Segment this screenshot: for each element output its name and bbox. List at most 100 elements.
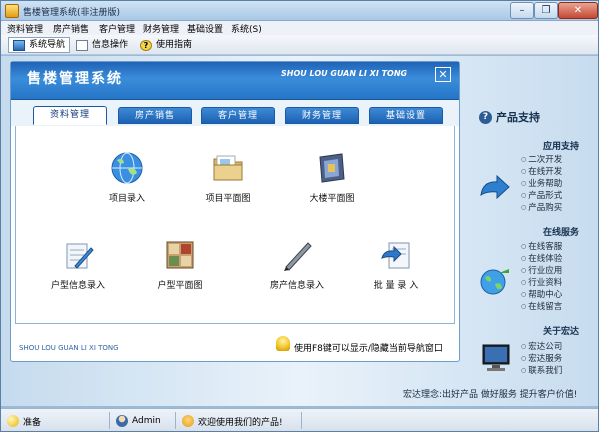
- online-service-list: 在线客服 在线体验 行业应用 行业资料 帮助中心 在线留言: [521, 241, 562, 313]
- link-industry-application[interactable]: 行业应用: [521, 265, 562, 277]
- menu-property-sales[interactable]: 房产销售: [53, 22, 89, 35]
- status-separator: [175, 412, 176, 429]
- restore-button[interactable]: ❐: [534, 2, 558, 19]
- close-window-button[interactable]: ✕: [558, 2, 598, 19]
- panel-close-button[interactable]: ✕: [435, 67, 451, 82]
- item-unit-type-entry[interactable]: 户型信息录入: [38, 238, 118, 291]
- status-separator: [301, 412, 302, 429]
- arrow-icon: [479, 173, 511, 203]
- module-items-area: 项目录入 项目平面图 大楼平面图 户型信息录入 户型平面图 房产信息录入 批 量…: [15, 126, 455, 324]
- item-unit-type-entry-label: 户型信息录入: [50, 281, 105, 291]
- globe-icon: [110, 151, 144, 185]
- status-separator: [109, 412, 110, 429]
- tab-finance-management[interactable]: 财务管理: [285, 107, 359, 124]
- monitor-icon: [13, 39, 25, 51]
- section-about-title: 关于宏达: [542, 327, 579, 337]
- globe-arrow-icon: [479, 267, 511, 297]
- window-title: 售楼管理系统(非注册版): [23, 8, 121, 18]
- question-icon: ?: [479, 110, 492, 124]
- support-title-text: 产品支持: [496, 111, 540, 124]
- item-unit-floorplan-label: 户型平面图: [157, 281, 203, 291]
- info-operation-label: 信息操作: [92, 40, 129, 50]
- link-contact-us[interactable]: 联系我们: [521, 365, 562, 377]
- system-navigation-button[interactable]: 系统导航: [8, 37, 71, 53]
- item-batch-entry-label: 批 量 录 入: [373, 281, 419, 291]
- toolbar: 系统导航 信息操作 ? 使用指南: [1, 35, 598, 55]
- item-building-floorplan[interactable]: 大楼平面图: [292, 151, 372, 204]
- app-support-list: 二次开发 在线开发 业务帮助 产品形式 产品购买: [521, 154, 562, 214]
- section-online-service-title: 在线服务: [542, 228, 579, 238]
- item-unit-floorplan[interactable]: 户型平面图: [140, 238, 220, 291]
- user-guide-button[interactable]: ? 使用指南: [135, 37, 197, 53]
- floorplan-icon: [163, 238, 197, 272]
- link-help-center[interactable]: 帮助中心: [521, 289, 562, 301]
- user-guide-label: 使用指南: [156, 40, 193, 50]
- minimize-button[interactable]: –: [510, 2, 534, 19]
- menu-bar: 资料管理 房产销售 客户管理 财务管理 基础设置 系统(S): [1, 21, 598, 35]
- status-ready-icon: [7, 415, 19, 427]
- folder-icon: [211, 151, 245, 185]
- tab-basic-settings[interactable]: 基础设置: [369, 107, 443, 124]
- link-online-support[interactable]: 在线客服: [521, 241, 562, 253]
- tab-customer-management[interactable]: 客户管理: [201, 107, 275, 124]
- monitor-icon: [481, 343, 513, 373]
- item-project-floorplan[interactable]: 项目平面图: [188, 151, 268, 204]
- item-property-info-entry[interactable]: 房产信息录入: [252, 238, 342, 291]
- link-leave-message[interactable]: 在线留言: [521, 301, 562, 313]
- lightbulb-icon: [276, 336, 290, 351]
- item-project-entry-label: 项目录入: [108, 194, 145, 204]
- app-icon: [5, 4, 19, 18]
- link-business-help[interactable]: 业务帮助: [521, 178, 562, 190]
- status-welcome: 欢迎使用我们的产品!: [182, 413, 283, 429]
- link-online-development[interactable]: 在线开发: [521, 166, 562, 178]
- panel-header: 售楼管理系统 SHOU LOU GUAN LI XI TONG ✕: [11, 62, 459, 100]
- status-user-text: Admin: [132, 416, 161, 426]
- panel-subtitle: SHOU LOU GUAN LI XI TONG: [281, 69, 408, 78]
- item-property-info-entry-label: 房产信息录入: [269, 281, 324, 291]
- tab-data-management[interactable]: 资料管理: [33, 106, 107, 125]
- footer-tip-text: 使用F8键可以显示/隐藏当前导航窗口: [294, 344, 443, 354]
- link-online-trial[interactable]: 在线体验: [521, 253, 562, 265]
- batch-notepad-icon: [379, 238, 413, 272]
- menu-basic-settings[interactable]: 基础设置: [187, 22, 223, 35]
- product-support-panel: ? 产品支持 应用支持 二次开发 在线开发 业务帮助 产品形式 产品购买 在线服…: [471, 105, 589, 409]
- menu-system[interactable]: 系统(S): [231, 22, 262, 35]
- navigation-panel: 售楼管理系统 SHOU LOU GUAN LI XI TONG ✕ 资料管理 房…: [10, 61, 460, 362]
- link-product-form[interactable]: 产品形式: [521, 190, 562, 202]
- menu-data-management[interactable]: 资料管理: [7, 22, 43, 35]
- notepad-pen-icon: [61, 238, 95, 272]
- status-user: Admin: [116, 413, 161, 429]
- tab-property-sales[interactable]: 房产销售: [118, 107, 192, 124]
- support-title: ? 产品支持: [479, 109, 540, 125]
- pen-icon: [280, 238, 314, 272]
- system-navigation-label: 系统导航: [29, 40, 66, 50]
- panel-footer: SHOU LOU GUAN LI XI TONG 使用F8键可以显示/隐藏当前导…: [11, 327, 459, 361]
- status-bar: 准备 Admin 欢迎使用我们的产品!: [1, 408, 598, 431]
- panel-title: 售楼管理系统: [27, 71, 123, 87]
- link-company[interactable]: 宏达公司: [521, 341, 562, 353]
- module-tabs: 资料管理 房产销售 客户管理 财务管理 基础设置: [11, 100, 459, 126]
- item-project-floorplan-label: 项目平面图: [205, 194, 251, 204]
- smile-icon: [182, 415, 194, 427]
- item-building-floorplan-label: 大楼平面图: [309, 194, 355, 204]
- status-ready: 准备: [7, 413, 41, 429]
- building-icon: [315, 151, 349, 185]
- help-icon: ?: [140, 39, 152, 51]
- title-bar[interactable]: 售楼管理系统(非注册版) – ❐ ✕: [1, 1, 598, 21]
- menu-finance-management[interactable]: 财务管理: [143, 22, 179, 35]
- footer-brand-text: SHOU LOU GUAN LI XI TONG: [19, 344, 119, 352]
- status-welcome-text: 欢迎使用我们的产品!: [198, 417, 283, 428]
- user-icon: [116, 415, 128, 427]
- form-icon: [76, 39, 88, 51]
- link-industry-materials[interactable]: 行业资料: [521, 277, 562, 289]
- company-slogan: 宏达理念:出好产品 做好服务 提升客户价值!: [403, 390, 578, 400]
- link-secondary-development[interactable]: 二次开发: [521, 154, 562, 166]
- info-operation-button[interactable]: 信息操作: [71, 37, 133, 53]
- item-project-entry[interactable]: 项目录入: [92, 151, 162, 204]
- menu-customer-management[interactable]: 客户管理: [99, 22, 135, 35]
- link-product-purchase[interactable]: 产品购买: [521, 202, 562, 214]
- app-window: 售楼管理系统(非注册版) – ❐ ✕ 资料管理 房产销售 客户管理 财务管理 基…: [0, 0, 599, 432]
- link-company-service[interactable]: 宏达服务: [521, 353, 562, 365]
- status-ready-text: 准备: [23, 417, 42, 428]
- item-batch-entry[interactable]: 批 量 录 入: [356, 238, 436, 291]
